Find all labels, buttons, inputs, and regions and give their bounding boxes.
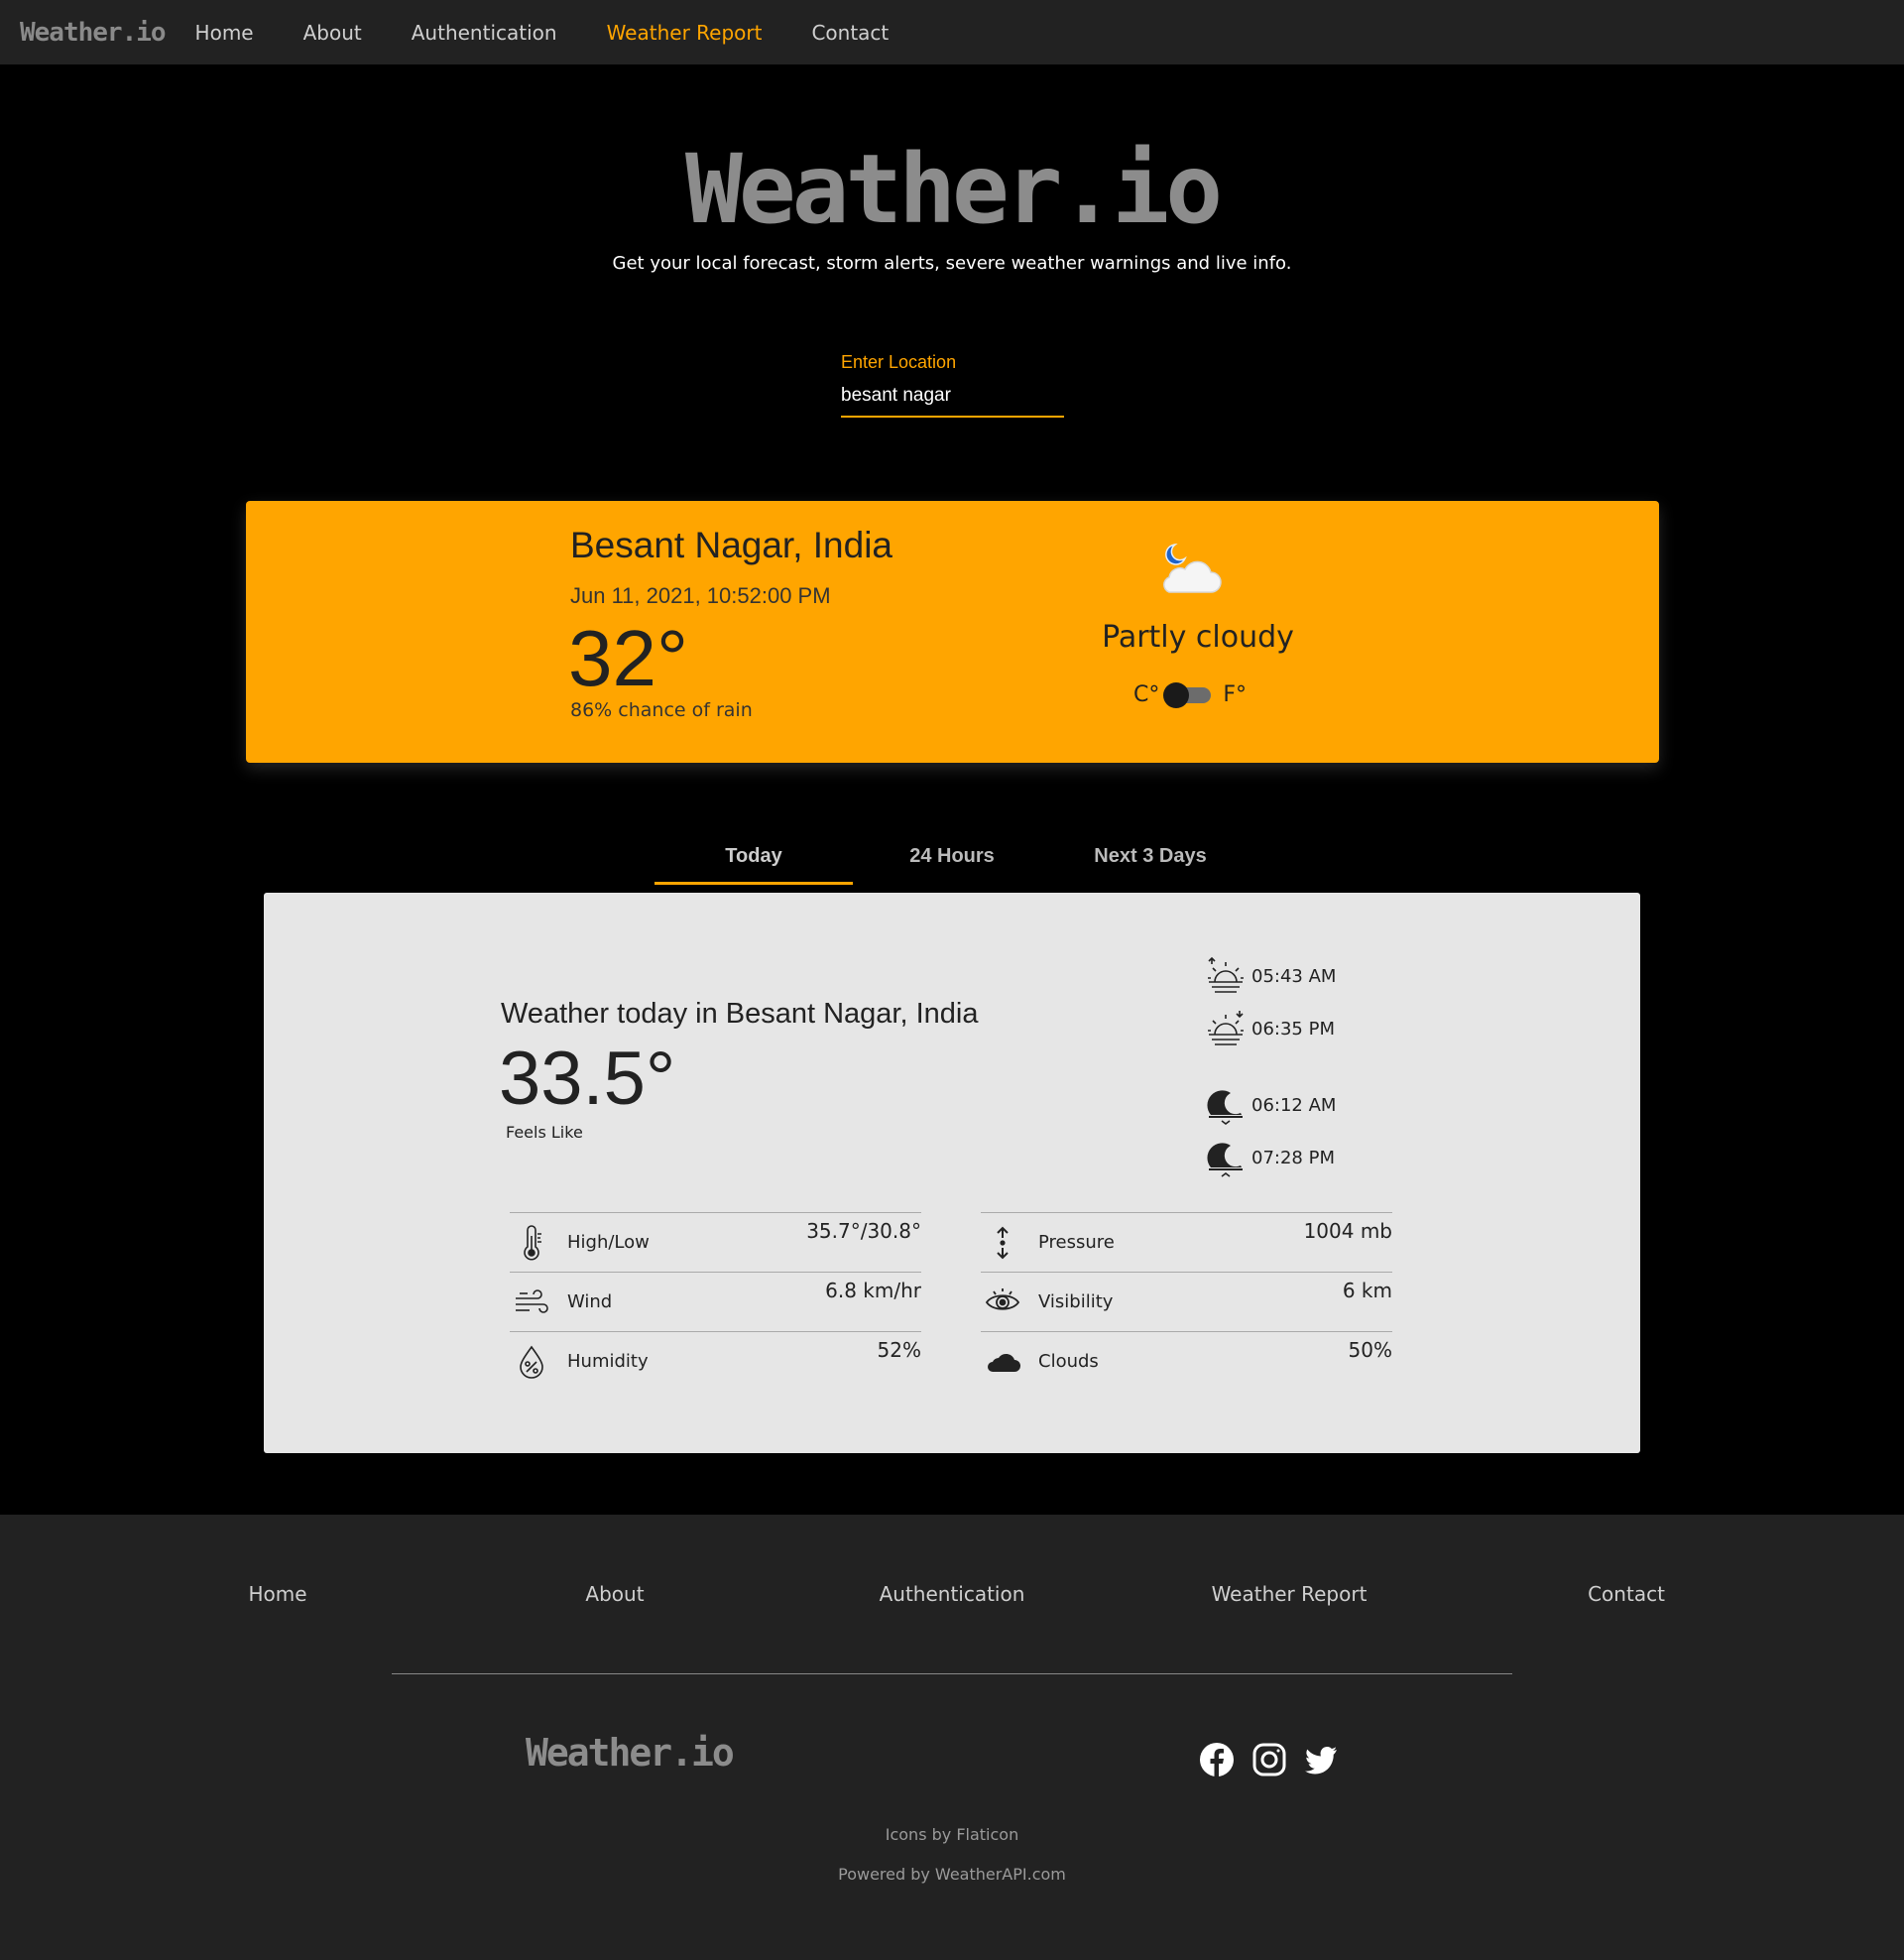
clouds-value: 50% <box>1348 1338 1392 1362</box>
sunrise-time: 05:43 AM <box>1251 965 1337 987</box>
forecast-tabs: Today 24 Hours Next 3 Days <box>654 833 1250 885</box>
high-low-label: High/Low <box>567 1232 650 1253</box>
stat-row-visibility: Visibility 6 km <box>981 1272 1392 1331</box>
clouds-label: Clouds <box>1038 1351 1099 1372</box>
wind-icon <box>516 1288 548 1313</box>
moonrise-icon <box>1207 1090 1243 1125</box>
humidity-icon <box>520 1345 543 1379</box>
moonset-row: 07:28 PM <box>1206 1138 1335 1177</box>
high-low-value: 35.7°/30.8° <box>806 1219 921 1243</box>
top-navbar: Weather.io Home About Authentication Wea… <box>0 0 1904 64</box>
footer-link-weather-report[interactable]: Weather Report <box>1212 1582 1368 1606</box>
sunset-time: 06:35 PM <box>1251 1018 1335 1040</box>
sunrise-row: 05:43 AM <box>1206 956 1336 996</box>
sunset-icon <box>1208 1011 1244 1045</box>
moonset-icon <box>1207 1143 1243 1177</box>
unit-fahrenheit-label: F° <box>1223 682 1248 707</box>
footer-divider <box>392 1673 1512 1674</box>
sunset-row: 06:35 PM <box>1206 1009 1335 1048</box>
nav-link-authentication[interactable]: Authentication <box>412 21 557 45</box>
location-label: Enter Location <box>841 352 957 372</box>
moonset-time: 07:28 PM <box>1251 1147 1335 1168</box>
location-field: Enter Location <box>841 352 1064 418</box>
stats-left: High/Low 35.7°/30.8° Wind 6.8 km/hr Humi… <box>510 1212 921 1391</box>
tab-next-3-days[interactable]: Next 3 Days <box>1051 833 1250 885</box>
location-input[interactable] <box>841 383 1064 418</box>
current-weather-card: Besant Nagar, India Jun 11, 2021, 10:52:… <box>246 501 1659 763</box>
current-datetime: Jun 11, 2021, 10:52:00 PM <box>570 583 831 608</box>
unit-toggle: C° F° <box>1133 681 1248 708</box>
today-temperature: 33.5° <box>499 1037 676 1121</box>
credit-api[interactable]: Powered by WeatherAPI.com <box>0 1865 1904 1884</box>
footer-link-contact[interactable]: Contact <box>1588 1582 1665 1606</box>
visibility-icon <box>985 1287 1020 1310</box>
nav-link-weather-report[interactable]: Weather Report <box>607 21 763 45</box>
tab-today[interactable]: Today <box>654 833 853 885</box>
cloud-icon <box>988 1353 1020 1372</box>
partly-cloudy-night-icon <box>1163 544 1222 593</box>
stat-row-high-low: High/Low 35.7°/30.8° <box>510 1212 921 1272</box>
today-heading: Weather today in Besant Nagar, India <box>501 998 979 1030</box>
pressure-value: 1004 mb <box>1303 1219 1392 1243</box>
current-temperature: 32° <box>568 614 688 702</box>
today-panel: Weather today in Besant Nagar, India 33.… <box>264 893 1640 1453</box>
footer-link-authentication[interactable]: Authentication <box>880 1582 1025 1606</box>
visibility-label: Visibility <box>1038 1291 1114 1312</box>
stat-row-pressure: Pressure 1004 mb <box>981 1212 1392 1272</box>
nav-link-contact[interactable]: Contact <box>811 21 889 45</box>
thermometer-icon <box>524 1224 541 1260</box>
unit-switch[interactable] <box>1163 681 1212 708</box>
footer-link-about[interactable]: About <box>585 1582 644 1606</box>
hero-title: Weather.io <box>685 134 1223 245</box>
stat-row-clouds: Clouds 50% <box>981 1331 1392 1391</box>
nav-link-home[interactable]: Home <box>195 21 254 45</box>
nav-link-about[interactable]: About <box>303 21 362 45</box>
footer-link-home[interactable]: Home <box>248 1582 306 1606</box>
facebook-icon[interactable] <box>1199 1742 1235 1777</box>
unit-celsius-label: C° <box>1133 682 1160 707</box>
current-condition: Partly cloudy <box>1102 620 1294 655</box>
sunrise-icon <box>1208 956 1244 993</box>
humidity-label: Humidity <box>567 1351 649 1372</box>
wind-value: 6.8 km/hr <box>825 1279 921 1302</box>
hero-subtitle: Get your local forecast, storm alerts, s… <box>612 253 1292 274</box>
moonrise-row: 06:12 AM <box>1206 1085 1336 1125</box>
pressure-icon <box>997 1226 1009 1259</box>
humidity-value: 52% <box>877 1338 921 1362</box>
moonrise-time: 06:12 AM <box>1251 1094 1337 1116</box>
wind-label: Wind <box>567 1291 613 1312</box>
tab-24-hours[interactable]: 24 Hours <box>853 833 1051 885</box>
feels-like-label: Feels Like <box>506 1123 583 1142</box>
footer-logo[interactable]: Weather.io <box>526 1731 735 1775</box>
instagram-icon[interactable] <box>1251 1742 1287 1777</box>
stats-right: Pressure 1004 mb Visibility 6 km Clouds … <box>981 1212 1392 1391</box>
current-city: Besant Nagar, India <box>570 525 892 565</box>
nav-links: Home About Authentication Weather Report… <box>195 21 939 45</box>
twitter-icon[interactable] <box>1303 1742 1339 1777</box>
credit-icons[interactable]: Icons by Flaticon <box>0 1825 1904 1844</box>
stat-row-wind: Wind 6.8 km/hr <box>510 1272 921 1331</box>
rain-chance: 86% chance of rain <box>570 699 753 721</box>
unit-switch-knob[interactable] <box>1163 681 1190 708</box>
stat-row-humidity: Humidity 52% <box>510 1331 921 1391</box>
nav-logo[interactable]: Weather.io <box>20 18 167 48</box>
footer: Home About Authentication Weather Report… <box>0 1515 1904 1960</box>
pressure-label: Pressure <box>1038 1232 1115 1253</box>
visibility-value: 6 km <box>1342 1279 1392 1302</box>
